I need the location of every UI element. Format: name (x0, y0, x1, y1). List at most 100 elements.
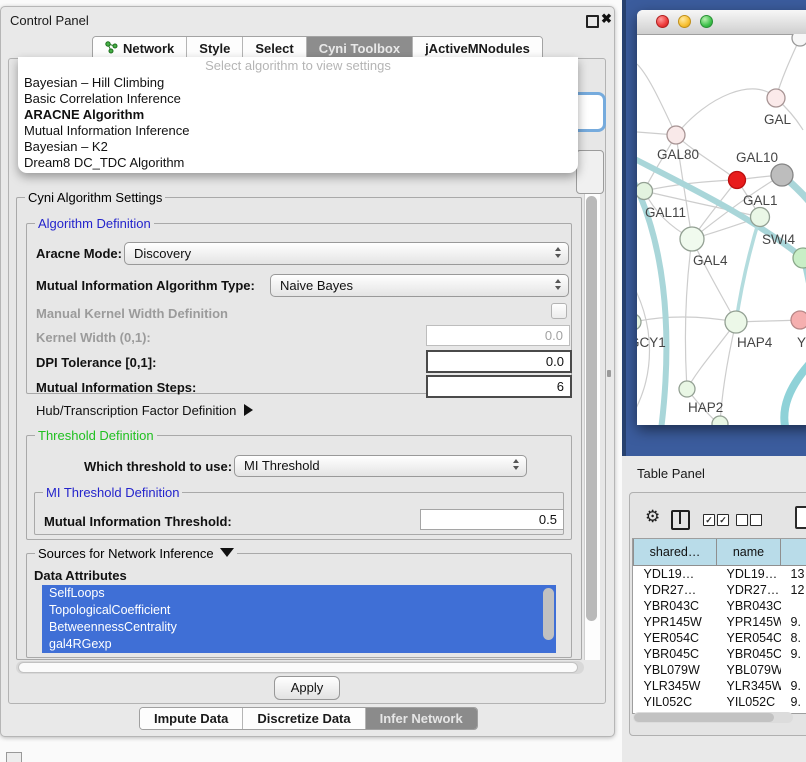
table-cell[interactable]: YER054C (717, 630, 781, 646)
table-cell[interactable]: YBR045C (634, 646, 717, 662)
network-node[interactable] (771, 164, 793, 186)
tab-impute-data[interactable]: Impute Data (140, 708, 243, 729)
table-row[interactable]: YDL19…YDL19…13 (634, 566, 806, 583)
column-layout-icon[interactable] (671, 510, 690, 530)
table-header-row[interactable]: shared… name (634, 539, 806, 566)
network-node-hap2[interactable] (679, 381, 695, 397)
file-icon[interactable] (795, 506, 806, 529)
table-cell[interactable]: YDL19… (634, 566, 717, 583)
tab-infer-network[interactable]: Infer Network (366, 708, 477, 729)
table-row[interactable]: YIL052CYIL052C9. (634, 694, 806, 710)
table-cell[interactable]: YDR27… (634, 582, 717, 598)
network-node-hap4[interactable] (725, 311, 747, 333)
table-cell[interactable]: YBL079W (634, 662, 717, 678)
checked-box-icon[interactable]: ✓ (703, 514, 715, 526)
table-cell[interactable]: YDL19… (717, 566, 781, 583)
table-cell[interactable] (781, 662, 806, 678)
network-node-gal11[interactable] (637, 183, 653, 200)
zoom-traffic-light-icon[interactable] (700, 15, 713, 28)
network-edge[interactable] (692, 239, 736, 322)
table-hscrollbar-thumb[interactable] (634, 713, 774, 722)
network-edge[interactable] (685, 239, 692, 389)
table-cell[interactable]: YLR345W (634, 678, 717, 694)
table-cell[interactable]: YIL052C (717, 694, 781, 710)
network-node-gal10[interactable] (729, 172, 746, 189)
table-row[interactable]: YBR045CYBR045C9. (634, 646, 806, 662)
network-node[interactable] (792, 34, 806, 46)
unchecked-box-icon[interactable] (750, 514, 762, 526)
table-cell[interactable]: 8. (781, 630, 806, 646)
attribute-list-item[interactable]: SelfLoops (42, 585, 556, 602)
table-cell[interactable]: YIL052C (634, 694, 717, 710)
aracne-mode-combo[interactable]: Discovery (124, 242, 569, 265)
table-cell[interactable]: 13 (781, 566, 806, 583)
mi-steps-field[interactable]: 6 (426, 375, 572, 398)
table-cell[interactable]: YBR043C (634, 598, 717, 614)
which-threshold-combo[interactable]: MI Threshold (234, 455, 527, 477)
gear-icon[interactable]: ⚙ (645, 507, 660, 527)
attribute-list-item[interactable]: BetweennessCentrality (42, 619, 556, 636)
table-row[interactable]: YDR27…YDR27…12 (634, 582, 806, 598)
table-cell[interactable]: YBL079W (717, 662, 781, 678)
column-header-name[interactable]: name (717, 539, 781, 566)
hub-definition-expander[interactable]: Hub/Transcription Factor Definition (36, 403, 253, 418)
table-cell[interactable]: 9. (781, 614, 806, 630)
table-cell[interactable]: YBR045C (717, 646, 781, 662)
network-node-y[interactable] (791, 311, 806, 329)
dpi-tolerance-field[interactable]: 0.0 (426, 350, 572, 373)
table-row[interactable]: YLR345WYLR345W9. (634, 678, 806, 694)
network-edge[interactable] (637, 317, 736, 322)
network-view-canvas[interactable]: GALGAL80GAL10GAL11GAL1SWI4GAL4GCY1HAP4YH… (637, 34, 806, 425)
network-edge[interactable] (736, 217, 760, 322)
algorithm-menu-item[interactable]: Bayesian – Hill Climbing (18, 75, 578, 91)
tab-discretize-data[interactable]: Discretize Data (243, 708, 365, 729)
manual-kernel-checkbox[interactable] (551, 303, 567, 319)
algorithm-menu-item[interactable]: Bayesian – K2 (18, 139, 578, 155)
table-cell[interactable]: 9. (781, 678, 806, 694)
corner-grip-icon[interactable] (6, 752, 22, 762)
network-edge[interactable] (784, 360, 806, 425)
network-edge[interactable] (637, 162, 666, 425)
network-node-gcy1[interactable] (637, 314, 641, 330)
apply-button[interactable]: Apply (274, 676, 340, 700)
table-cell[interactable]: 12 (781, 582, 806, 598)
collapse-down-icon[interactable] (220, 548, 234, 557)
network-edge[interactable] (637, 64, 676, 135)
table-cell[interactable]: YPR145W (717, 614, 781, 630)
table-cell[interactable]: 9. (781, 646, 806, 662)
settings-hscrollbar-thumb[interactable] (18, 662, 578, 673)
table-row[interactable]: YBR043CYBR043C (634, 598, 806, 614)
close-traffic-light-icon[interactable] (656, 15, 669, 28)
table-row[interactable]: YPR145WYPR145W9. (634, 614, 806, 630)
table-cell[interactable] (781, 598, 806, 614)
network-node-gal4[interactable] (680, 227, 704, 251)
table-cell[interactable]: 9. (781, 694, 806, 710)
table-cell[interactable]: YPR145W (634, 614, 717, 630)
minimize-traffic-light-icon[interactable] (678, 15, 691, 28)
settings-vscrollbar-thumb[interactable] (586, 196, 597, 621)
expand-right-icon[interactable] (244, 404, 253, 416)
attributes-scrollbar[interactable] (543, 588, 554, 640)
mi-threshold-field[interactable]: 0.5 (420, 509, 564, 530)
control-panel-titlebar[interactable] (0, 6, 613, 32)
table-cell[interactable]: YDR27… (717, 582, 781, 598)
attribute-list-item[interactable]: gal4RGexp (42, 636, 556, 653)
algorithm-menu-item[interactable]: Mutual Information Inference (18, 123, 578, 139)
close-icon[interactable]: ✖ (601, 11, 612, 27)
attribute-list-item[interactable]: TopologicalCoefficient (42, 602, 556, 619)
column-header-shared-name[interactable]: shared… (634, 539, 717, 566)
node-table[interactable]: shared… name YDL19…YDL19…13YDR27…YDR27…1… (632, 538, 806, 714)
network-node-gal80[interactable] (667, 126, 685, 144)
network-edge[interactable] (676, 89, 776, 135)
checked-box-icon[interactable]: ✓ (717, 514, 729, 526)
algorithm-menu-item[interactable]: Basic Correlation Inference (18, 91, 578, 107)
column-header-cut[interactable] (781, 539, 806, 566)
network-node-gal1[interactable] (751, 208, 770, 227)
network-edge[interactable] (776, 38, 800, 98)
table-cell[interactable]: YLR345W (717, 678, 781, 694)
network-node-gal[interactable] (767, 89, 785, 107)
network-node[interactable] (712, 416, 728, 425)
splitter-handle[interactable] (607, 370, 611, 377)
unchecked-box-icon[interactable] (736, 514, 748, 526)
table-row[interactable]: YBL079WYBL079W (634, 662, 806, 678)
